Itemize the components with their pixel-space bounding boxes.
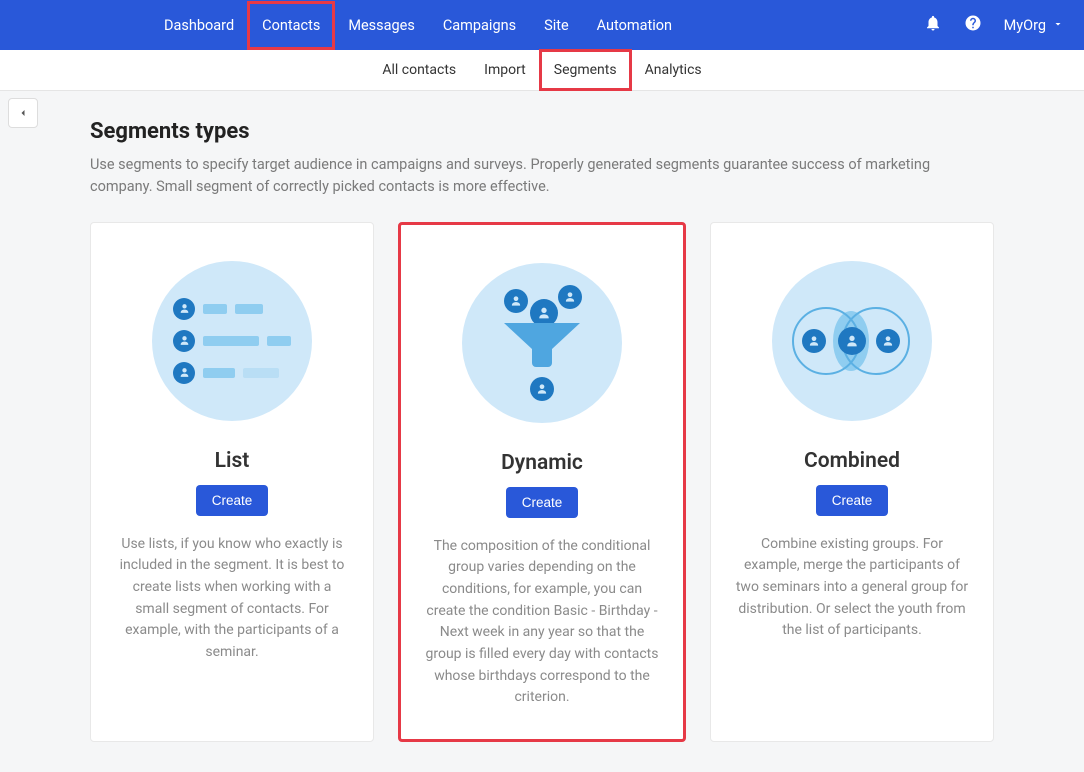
subnav-segments[interactable]: Segments <box>540 50 631 90</box>
collapse-sidebar-button[interactable] <box>8 98 38 128</box>
create-list-button[interactable]: Create <box>196 485 269 516</box>
card-title: Dynamic <box>419 451 665 475</box>
help-icon[interactable] <box>964 14 982 36</box>
user-icon <box>173 330 195 352</box>
dynamic-illustration <box>419 263 665 423</box>
card-title: Combined <box>729 449 975 473</box>
top-nav-right: MyOrg <box>924 14 1064 36</box>
user-icon <box>504 289 528 313</box>
nav-automation[interactable]: Automation <box>583 2 686 49</box>
subnav-import[interactable]: Import <box>470 50 540 90</box>
segment-type-cards: List Create Use lists, if you know who e… <box>90 222 994 743</box>
user-icon <box>173 362 195 384</box>
card-description: Use lists, if you know who exactly is in… <box>109 534 355 664</box>
subnav-all-contacts[interactable]: All contacts <box>368 50 470 90</box>
nav-site[interactable]: Site <box>530 2 583 49</box>
nav-messages[interactable]: Messages <box>334 2 429 49</box>
page-title: Segments types <box>90 119 994 144</box>
user-icon <box>838 327 866 355</box>
card-description: The composition of the conditional group… <box>419 536 665 710</box>
org-name: MyOrg <box>1004 17 1046 34</box>
chevron-left-icon <box>17 104 29 123</box>
user-icon <box>173 298 195 320</box>
segment-card-dynamic: Dynamic Create The composition of the co… <box>398 222 686 743</box>
combined-illustration <box>729 261 975 421</box>
nav-dashboard[interactable]: Dashboard <box>150 2 248 49</box>
nav-campaigns[interactable]: Campaigns <box>429 2 530 49</box>
org-selector[interactable]: MyOrg <box>1004 17 1064 34</box>
user-icon <box>530 377 554 401</box>
card-description: Combine existing groups. For example, me… <box>729 534 975 642</box>
user-icon <box>802 329 826 353</box>
chevron-down-icon <box>1052 17 1064 34</box>
sub-nav: All contacts Import Segments Analytics <box>0 50 1084 91</box>
subnav-analytics[interactable]: Analytics <box>631 50 716 90</box>
segment-card-list: List Create Use lists, if you know who e… <box>90 222 374 743</box>
notifications-icon[interactable] <box>924 14 942 36</box>
top-nav-items: Dashboard Contacts Messages Campaigns Si… <box>150 2 686 49</box>
user-icon <box>876 329 900 353</box>
segment-card-combined: Combined Create Combine existing groups.… <box>710 222 994 743</box>
list-illustration <box>109 261 355 421</box>
nav-contacts[interactable]: Contacts <box>248 2 334 49</box>
top-nav: Dashboard Contacts Messages Campaigns Si… <box>0 0 1084 50</box>
page-description: Use segments to specify target audience … <box>90 154 970 198</box>
create-dynamic-button[interactable]: Create <box>506 487 579 518</box>
user-icon <box>558 285 582 309</box>
funnel-icon <box>502 321 582 377</box>
card-title: List <box>109 449 355 473</box>
content: Segments types Use segments to specify t… <box>0 91 1084 772</box>
create-combined-button[interactable]: Create <box>816 485 889 516</box>
